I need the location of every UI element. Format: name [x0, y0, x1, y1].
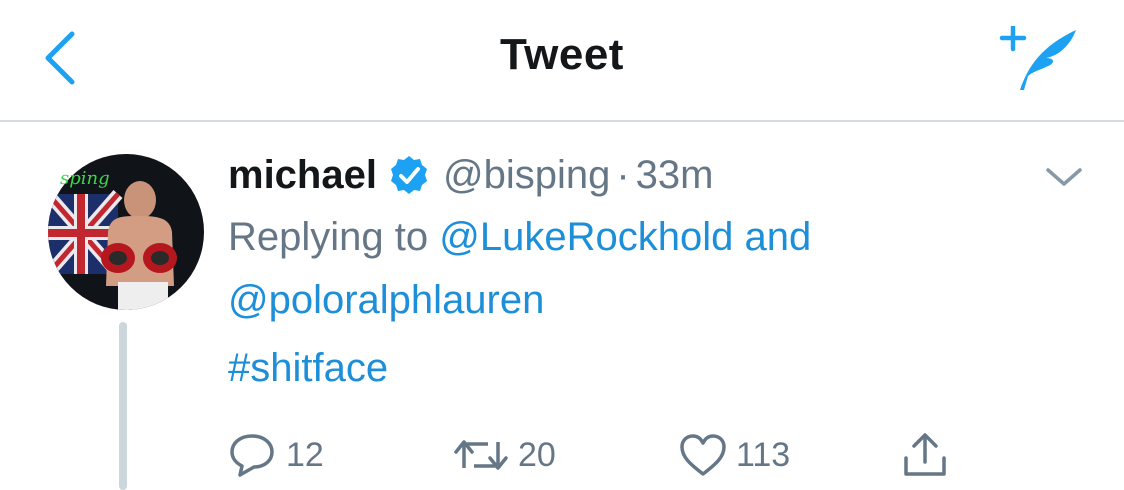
replying-to-label: Replying to [228, 215, 429, 259]
author-handle[interactable]: @bisping [443, 153, 610, 198]
like-button[interactable]: 113 [678, 432, 790, 478]
retweet-count: 20 [518, 435, 556, 474]
page-title: Tweet [500, 30, 624, 79]
tweet-timestamp: 33m [635, 152, 714, 197]
retweet-button[interactable]: 20 [452, 432, 556, 478]
reply-icon [230, 434, 274, 477]
replying-to-line-2: @poloralphlauren [228, 275, 544, 325]
share-icon [904, 433, 946, 476]
thread-line [119, 322, 127, 490]
heart-icon [680, 434, 726, 476]
mention-link[interactable]: @LukeRockhold [439, 215, 733, 259]
like-count: 113 [736, 435, 791, 474]
reply-count: 12 [286, 435, 324, 474]
navigation-bar: Tweet [0, 0, 1124, 122]
reply-button[interactable]: 12 [228, 432, 324, 478]
separator-dot: · [616, 152, 630, 197]
verified-badge-icon [390, 156, 427, 194]
compose-tweet-icon[interactable] [998, 24, 1080, 94]
mention-link[interactable]: @poloralphlauren [228, 278, 544, 322]
chevron-down-icon[interactable] [1042, 160, 1086, 196]
tweet-header: michael @bisping · 33m [228, 150, 713, 200]
replying-to-line: Replying to @LukeRockhold and [228, 212, 811, 262]
and-conjunction: and [744, 215, 812, 259]
avatar-text: sping [60, 168, 110, 189]
share-button[interactable] [900, 432, 950, 478]
author-name[interactable]: michael [228, 153, 377, 198]
retweet-icon [454, 440, 508, 470]
tweet-hashtag[interactable]: #shitface [228, 343, 388, 393]
